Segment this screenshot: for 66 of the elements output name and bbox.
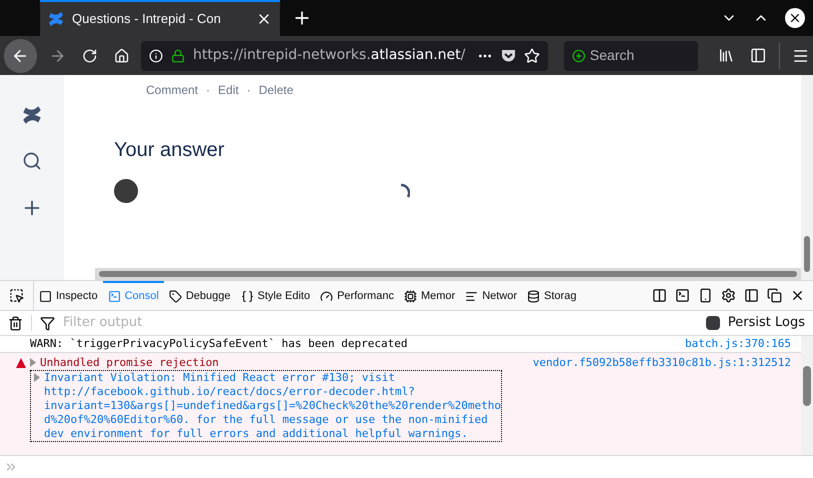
search-icon	[572, 48, 586, 64]
pick-element-icon[interactable]	[9, 288, 24, 303]
bookmark-star-icon[interactable]	[524, 48, 540, 64]
sidebar-icon[interactable]	[750, 47, 767, 64]
clear-console-icon[interactable]	[8, 316, 23, 330]
devtools-tab[interactable]: Storag	[522, 281, 582, 310]
settings-icon[interactable]	[721, 288, 736, 303]
warn-message: WARN: `triggerPrivacyPolicySafeEvent` has been deprecated	[30, 337, 408, 351]
loading-spinner-icon	[400, 183, 410, 199]
filter-field[interactable]: Filter output	[63, 313, 698, 333]
search-input[interactable]: Search	[590, 45, 690, 66]
tab-icon	[108, 290, 121, 303]
app-logo-icon	[48, 11, 64, 27]
scrollbar-thumb[interactable]	[803, 366, 811, 406]
info-icon	[148, 48, 163, 62]
section-heading: Your answer	[114, 138, 224, 163]
filter-icon[interactable]	[40, 316, 55, 330]
tab-icon	[168, 290, 182, 303]
tab-icon	[404, 290, 417, 303]
checkbox-label: Persist Logs	[728, 314, 805, 332]
url-text: https://intrepid-networks.atlassian.net/	[192, 46, 466, 65]
search-icon[interactable]	[22, 151, 42, 171]
close-icon	[788, 11, 802, 25]
devtools-tab[interactable]: Performanc	[315, 281, 399, 310]
devtools-tab[interactable]: Memor	[398, 281, 460, 310]
pocket-icon[interactable]	[501, 48, 516, 62]
url-bar[interactable]: https://intrepid-networks.atlassian.net/	[140, 40, 548, 70]
tab-icon	[465, 290, 478, 303]
tab-icon	[240, 290, 254, 303]
source-link[interactable]: vendor.f5092b58effb3310c81b.js:1:312512	[532, 356, 791, 370]
avatar	[114, 179, 138, 203]
browser-tab[interactable]: Questions - Intrepid - Con	[40, 0, 280, 36]
tab-icon	[39, 290, 52, 303]
tab-icon	[527, 290, 540, 303]
dock-side-icon[interactable]	[744, 288, 759, 303]
separator-dot: ·	[246, 82, 251, 99]
scrollbar-thumb[interactable]	[99, 271, 797, 277]
devtools-tab[interactable]: Debugge	[164, 281, 236, 310]
devtools-tab[interactable]: Networ	[460, 281, 522, 310]
library-icon[interactable]	[718, 47, 734, 64]
close-icon[interactable]	[790, 288, 805, 303]
back-button[interactable]	[4, 38, 37, 72]
source-link[interactable]: batch.js:370:165	[685, 337, 791, 351]
error-detail: Invariant Violation: Minified React error #130; visit http://facebook.github.io/react/docs/error-decoder.html?invariant=130&args[]=undefined&args[]=%20Check%20the%20render%20method%20of%20%60Editor%60. for the full message or use the non-minified dev environment for full errors and additional helpful warnings.	[44, 371, 501, 441]
layout-icon[interactable]	[652, 288, 667, 303]
close-window-button[interactable]	[785, 8, 805, 28]
search-box[interactable]: Search	[564, 40, 698, 70]
action-link[interactable]: Comment	[146, 81, 198, 99]
app-logo-icon[interactable]	[22, 105, 42, 125]
devtools-tab[interactable]: Inspecto	[34, 281, 103, 310]
error-icon	[16, 358, 26, 368]
tab-title: Questions - Intrepid - Con	[72, 10, 222, 28]
action-link[interactable]: Delete	[258, 81, 294, 99]
persist-logs-checkbox[interactable]	[706, 316, 720, 330]
devtools-tab[interactable]: Style Edito	[236, 281, 316, 310]
separator-dot: ·	[206, 82, 210, 99]
split-console-icon[interactable]	[675, 288, 690, 303]
tab-icon	[320, 290, 334, 303]
reload-icon[interactable]	[82, 48, 98, 64]
action-link[interactable]: Edit	[218, 81, 239, 99]
separate-window-icon[interactable]	[767, 288, 782, 303]
lock-icon	[170, 48, 185, 62]
scrollbar-thumb[interactable]	[804, 236, 810, 272]
error-message: Unhandled promise rejection	[40, 356, 219, 370]
responsive-icon[interactable]	[698, 288, 713, 303]
home-icon[interactable]	[114, 48, 129, 64]
